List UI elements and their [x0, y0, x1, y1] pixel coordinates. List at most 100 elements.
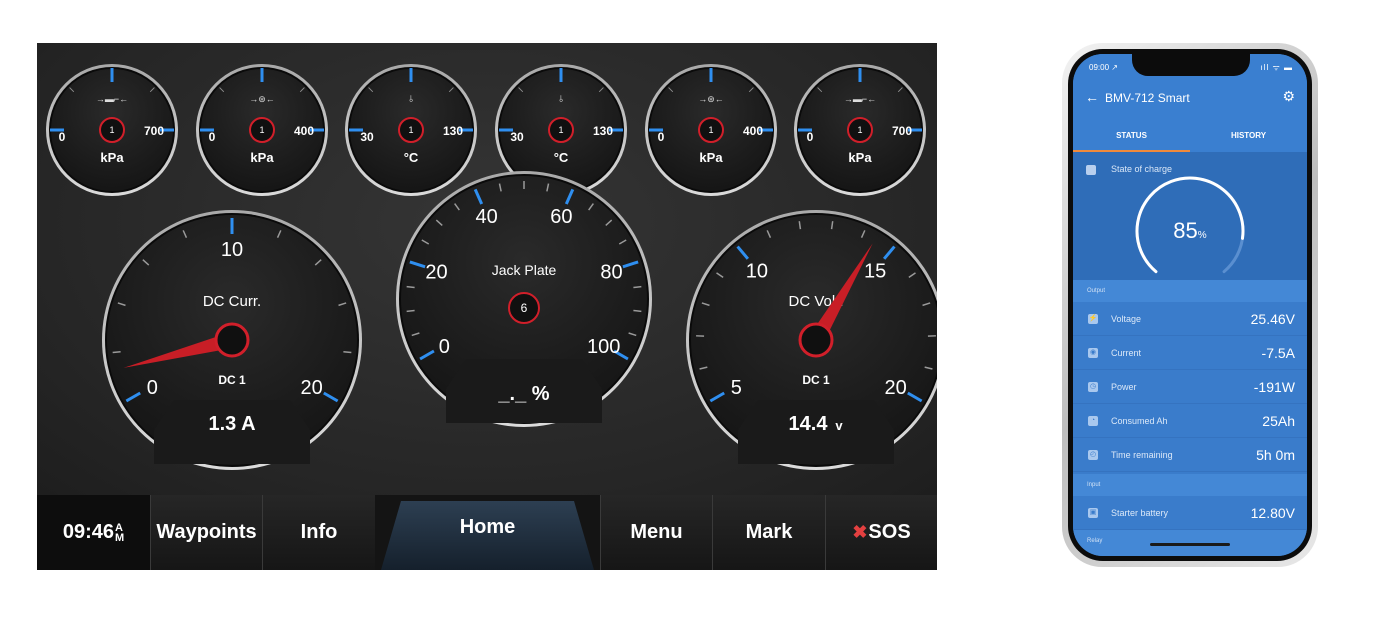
row-label: Voltage	[1111, 314, 1142, 324]
home-button[interactable]: Home	[375, 495, 600, 570]
row-icon: ⚡	[1088, 314, 1098, 324]
info-button[interactable]: Info	[262, 495, 375, 570]
gear-icon[interactable]: ⚙	[1282, 88, 1295, 105]
small-gauge-2: →⊛← 1 0 400 kPa	[196, 64, 328, 196]
dc-volt-gauge: 510 1520DC Volt.DC 114.4 v	[686, 210, 937, 470]
row-value: 12.80V	[1250, 505, 1295, 521]
soc-value: 85%	[1073, 218, 1307, 244]
row-value: 5h 0m	[1256, 447, 1295, 463]
waypoints-label: Waypoints	[156, 521, 257, 543]
signal-wifi-battery-icon: ıll ᯤ ▬	[1260, 63, 1293, 72]
small-gauge-6: →▬⌐← 1 0 700 kPa	[794, 64, 926, 196]
sos-button[interactable]: ✖ SOS	[825, 495, 937, 570]
mark-button[interactable]: Mark	[712, 495, 825, 570]
row-icon: ◴	[1088, 450, 1098, 460]
transmission-pressure-icon: →⊛←	[249, 94, 275, 104]
small-gauge-badge-number: 1	[259, 125, 264, 135]
back-arrow-icon[interactable]: ←	[1085, 89, 1099, 105]
list-item[interactable]: ◉ Current -7.5A	[1073, 336, 1307, 370]
waypoints-button[interactable]: Waypoints	[150, 495, 262, 570]
gauge-max-label: 700	[892, 124, 912, 138]
jack-plate-gauge: 0 20 40 60 80 100 Jack Plate 6 _._ %	[396, 171, 652, 427]
row-value: 25.46V	[1250, 311, 1295, 327]
row-icon: ◔	[1088, 416, 1098, 426]
scale-label: 40	[475, 206, 497, 228]
list-item[interactable]: ⚡ Voltage 25.46V	[1073, 302, 1307, 336]
row-icon: ◷	[1088, 382, 1098, 392]
scale-label: 0	[439, 336, 450, 358]
phone-screen: 09:00 ↗ ıll ᯤ ▬ ← BMV-712 Smart ⚙ STATUS…	[1073, 54, 1307, 556]
scale-label: 15	[864, 261, 886, 283]
transmission-pressure-icon: →⊛←	[698, 94, 724, 104]
mark-label: Mark	[745, 521, 793, 543]
gauge-max-label: 400	[743, 124, 763, 138]
gauges-layer: →▬⌐←10 700kPa→⊛←10 400kPa⫰130 130°C⫰130 130°…	[46, 64, 937, 470]
home-indicator	[1150, 543, 1230, 546]
row-label: Starter battery	[1111, 508, 1169, 518]
row-label: Power	[1111, 382, 1137, 392]
gauge-readout: _._ %	[497, 383, 549, 405]
gauge-title: DC Curr.	[203, 293, 261, 310]
menu-button[interactable]: Menu	[600, 495, 712, 570]
sos-label: SOS	[868, 521, 911, 543]
scale-label: 100	[587, 336, 620, 358]
tab-bar: STATUS HISTORY	[1073, 118, 1307, 152]
gauge-min-label: 30	[360, 130, 374, 144]
app-title: BMV-712 Smart	[1105, 91, 1190, 105]
home-label: Home	[459, 516, 516, 538]
small-gauge-badge-number: 1	[558, 125, 563, 135]
tab-status[interactable]: STATUS	[1073, 118, 1190, 152]
gauge-source: DC 1	[802, 373, 830, 387]
gauge-max-label: 130	[593, 124, 613, 138]
list-item[interactable]: ◴ Time remaining 5h 0m	[1073, 438, 1307, 472]
gauge-minor-tick	[633, 285, 642, 289]
section-output-label: Output	[1087, 288, 1106, 294]
oil-pressure-icon: →▬⌐←	[844, 94, 876, 104]
scale-label: 0	[147, 377, 158, 399]
sos-icon: ✖	[852, 522, 868, 542]
small-gauge-badge-number: 1	[708, 125, 713, 135]
info-label: Info	[300, 521, 338, 543]
gauge-min-label: 0	[209, 130, 216, 144]
gauge-min-label: 30	[510, 130, 524, 144]
row-label: Time remaining	[1111, 450, 1173, 460]
gauge-readout-unit: v	[835, 418, 843, 433]
gauge-minor-tick	[406, 285, 415, 289]
clock-time: 09:46	[62, 521, 114, 543]
status-time: 09:00 ↗	[1089, 63, 1118, 72]
gauge-title: Jack Plate	[492, 262, 557, 278]
scale-label: 20	[425, 262, 447, 284]
app-bar: ← BMV-712 Smart ⚙	[1073, 80, 1307, 118]
section-header-input: Input	[1073, 474, 1307, 496]
gauge-minor-tick	[112, 350, 121, 354]
list-item[interactable]: ◷ Power -191W	[1073, 370, 1307, 404]
section-header-output: Output	[1073, 280, 1307, 302]
state-of-charge-card: State of charge 85%	[1073, 152, 1307, 280]
gauge-min-label: 0	[807, 130, 814, 144]
list-item[interactable]: ◔ Consumed Ah 25Ah	[1073, 404, 1307, 438]
row-value: 25Ah	[1262, 413, 1295, 429]
small-gauge-5: →⊛← 1 0 400 kPa	[645, 64, 777, 196]
soc-unit: %	[1197, 230, 1207, 241]
scale-label: 20	[301, 377, 323, 399]
bottom-nav-bar: 09:46 A M Waypoints Info Home Menu Mark ✖ S…	[37, 495, 937, 570]
gauge-readout: 14.4	[789, 413, 829, 435]
scale-label: 60	[550, 206, 572, 228]
section-input-label: Input	[1087, 482, 1101, 488]
list-item[interactable]: ▣ Starter battery 12.80V	[1073, 496, 1307, 530]
gauge-unit-label: kPa	[100, 150, 124, 165]
gauge-source: DC 1	[218, 373, 246, 387]
scale-label: 10	[746, 261, 768, 283]
row-icon: ◉	[1088, 348, 1098, 358]
coolant-temp-icon: ⫰	[559, 94, 563, 104]
row-icon: ▣	[1088, 508, 1098, 518]
row-label: Current	[1111, 348, 1142, 358]
scale-label: 20	[885, 377, 907, 399]
gauge-min-label: 0	[658, 130, 665, 144]
gauge-readout: 1.3 A	[208, 413, 255, 435]
scale-label: 80	[600, 262, 622, 284]
tab-history[interactable]: HISTORY	[1190, 118, 1307, 152]
phone-mockup: 09:00 ↗ ıll ᯤ ▬ ← BMV-712 Smart ⚙ STATUS…	[1062, 43, 1318, 567]
small-gauge-3: ⫰130 130°C	[345, 64, 477, 196]
gauge-max-label: 700	[144, 124, 164, 138]
